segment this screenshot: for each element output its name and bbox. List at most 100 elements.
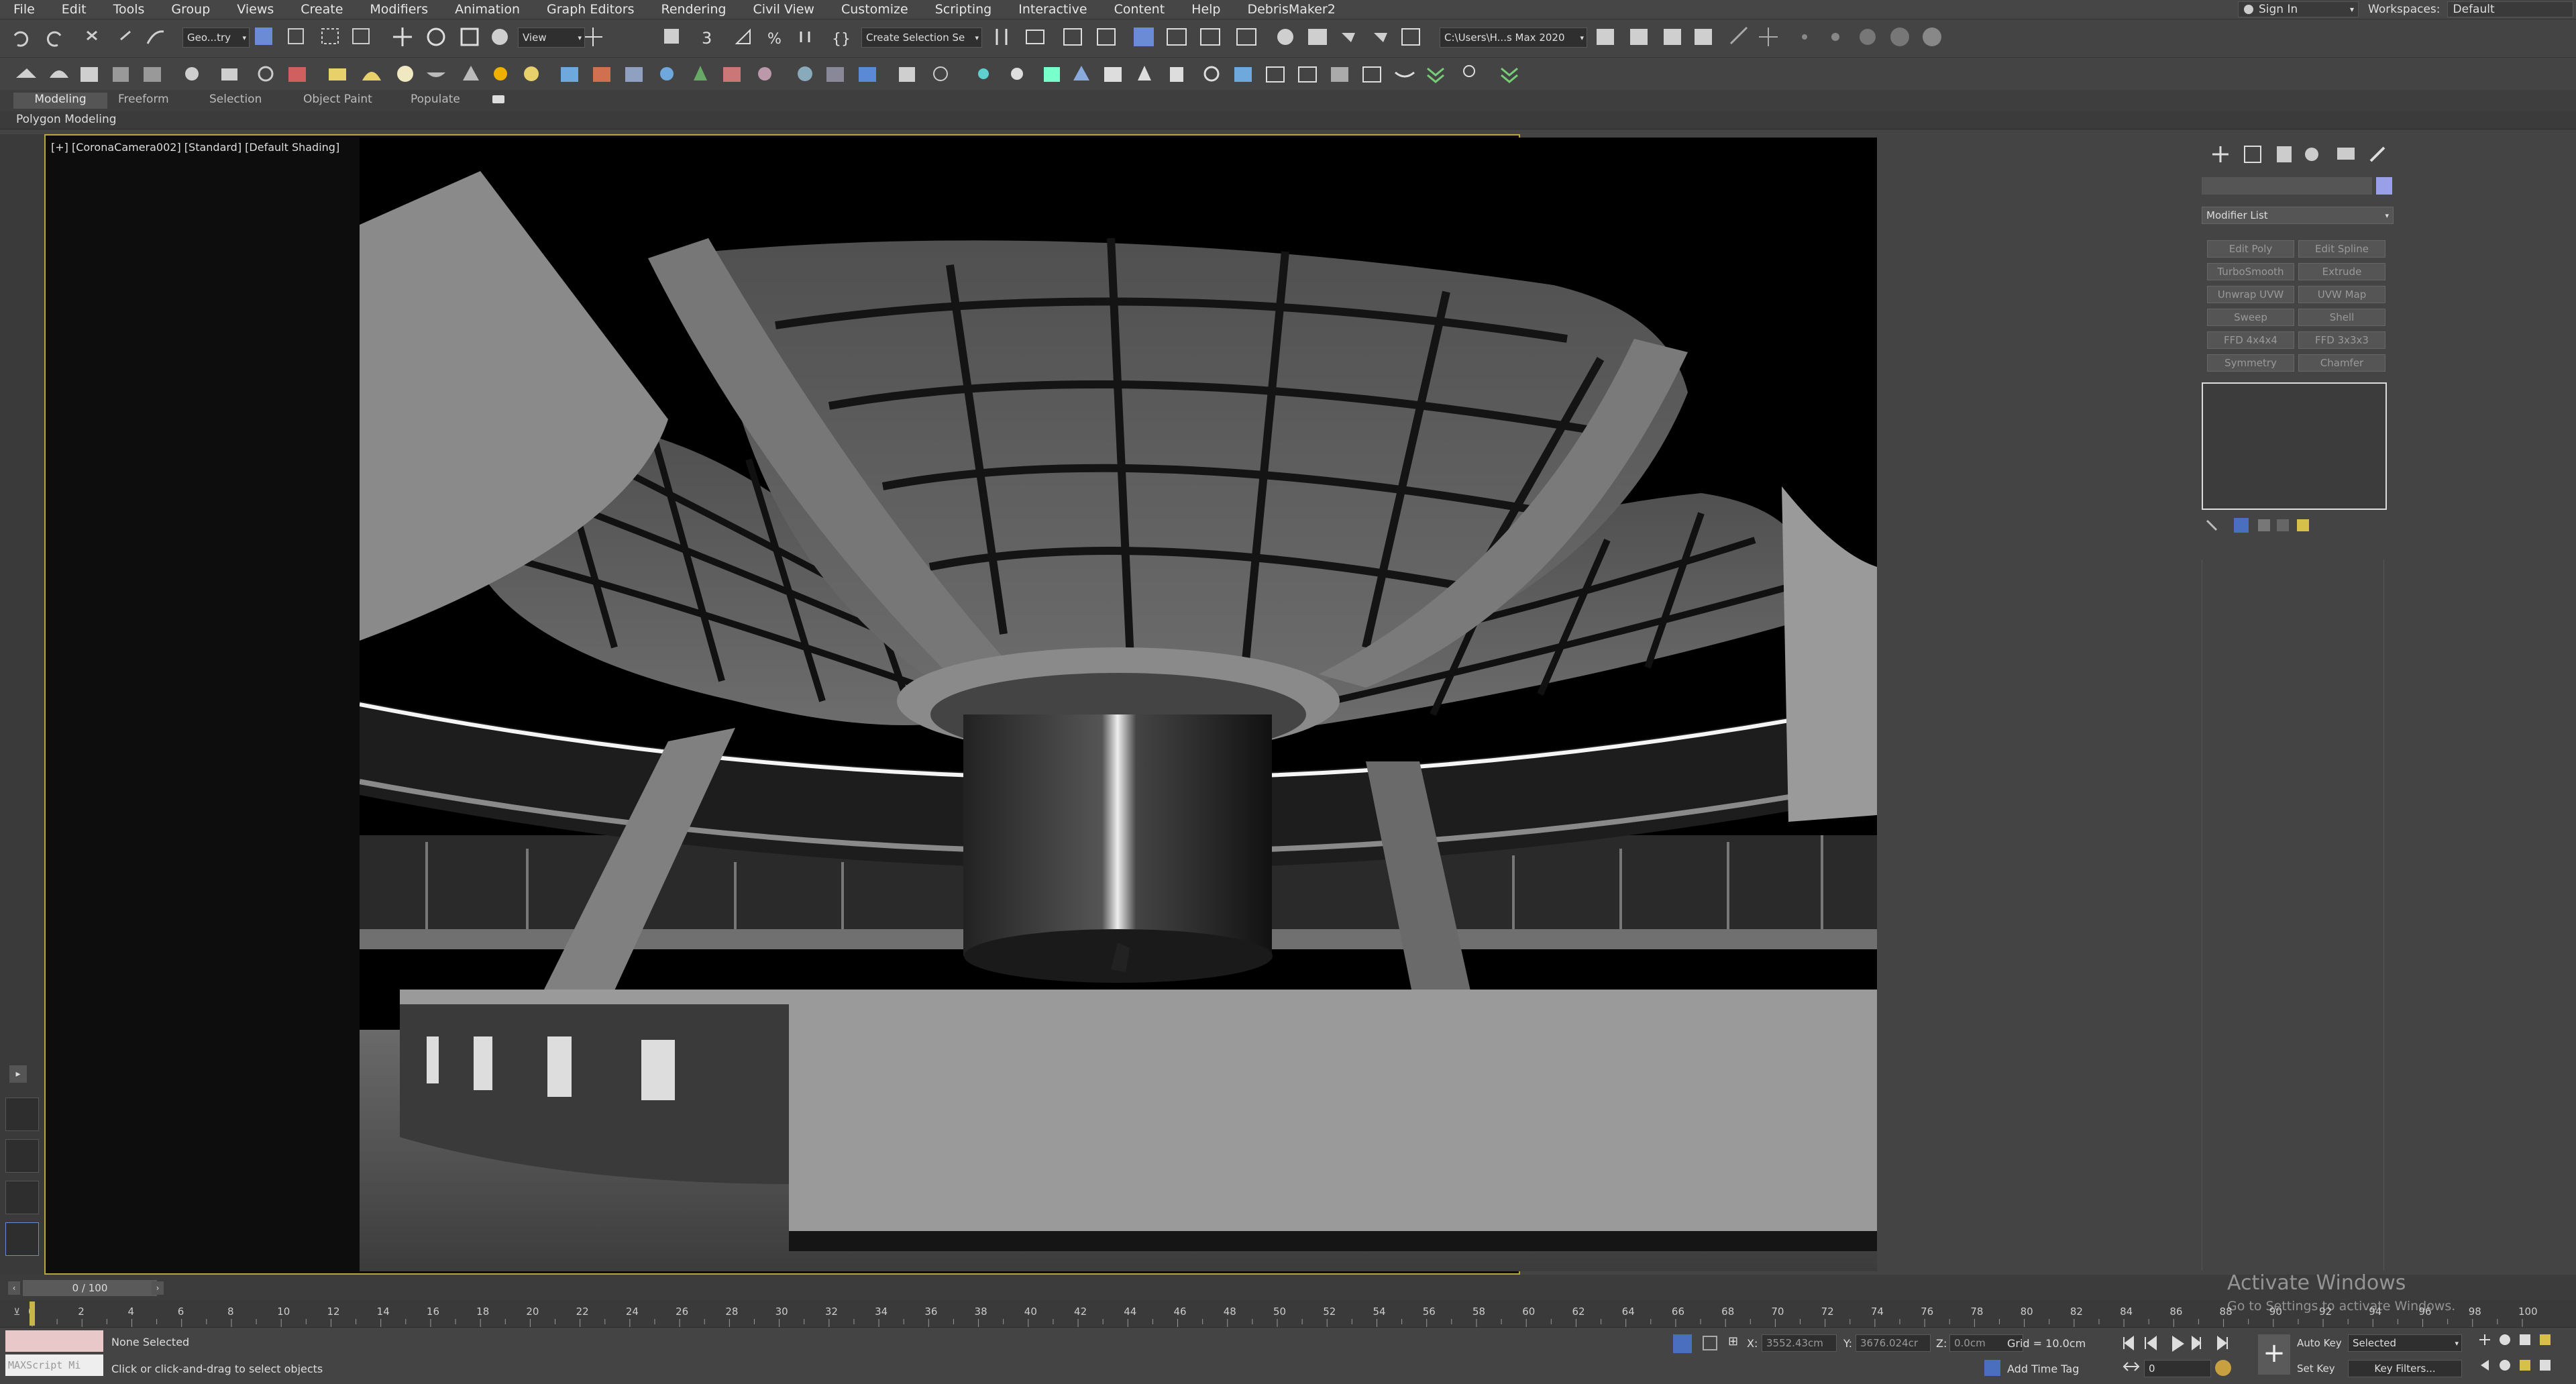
image-fx-icon[interactable] <box>1234 67 1252 82</box>
current-frame-marker[interactable] <box>30 1301 35 1326</box>
current-frame-field[interactable]: 0 <box>2144 1360 2211 1377</box>
chevron-left-icon[interactable]: ‹ <box>8 1281 20 1295</box>
ribbon-tab-selection[interactable]: Selection <box>209 93 262 106</box>
menu-item-animation[interactable]: Animation <box>441 2 533 17</box>
menu-item-group[interactable]: Group <box>158 2 223 17</box>
show-end-result-icon[interactable] <box>2234 518 2249 533</box>
box-icon[interactable] <box>329 68 346 81</box>
key-mode-dropdown[interactable]: Selected ▾ <box>2348 1334 2462 1352</box>
modifier-chamfer-button[interactable]: Chamfer <box>2298 354 2385 372</box>
region-icon[interactable] <box>1298 66 1317 83</box>
modifier-shell-button[interactable]: Shell <box>2298 309 2385 326</box>
set-project-icon[interactable] <box>1630 29 1648 45</box>
menu-item-customize[interactable]: Customize <box>828 2 922 17</box>
display-tab-icon[interactable] <box>2337 148 2355 160</box>
modifier-edit-spline-button[interactable]: Edit Spline <box>2298 240 2385 258</box>
ribbon-tab-modeling[interactable]: Modeling <box>13 93 107 109</box>
add-time-tag-button[interactable]: Add Time Tag <box>2007 1363 2079 1375</box>
reference-coord-dropdown[interactable]: View ▾ <box>518 28 585 48</box>
layout-tab-1[interactable] <box>5 1098 39 1131</box>
menu-item-file[interactable]: File <box>0 2 48 17</box>
modifier-uvw-map-button[interactable]: UVW Map <box>2298 286 2385 303</box>
maxscript-listener-pink[interactable] <box>5 1330 103 1352</box>
modifier-extrude-button[interactable]: Extrude <box>2298 263 2385 280</box>
bowl-icon[interactable] <box>427 72 445 77</box>
a360-gallery-icon[interactable] <box>1401 28 1420 46</box>
layout-tab-3[interactable] <box>5 1181 39 1214</box>
rotate-light-icon[interactable] <box>1203 66 1220 82</box>
select-object-icon[interactable] <box>255 28 272 45</box>
help-icon[interactable] <box>933 66 948 81</box>
image-icon[interactable] <box>80 67 98 82</box>
make-unique-icon[interactable] <box>2258 519 2270 531</box>
ies-icon[interactable] <box>1170 67 1183 82</box>
sky-icon[interactable] <box>524 66 539 81</box>
x-coord-field[interactable]: 3552.43cm <box>1762 1334 1837 1352</box>
curve-editor-icon[interactable] <box>1167 28 1187 46</box>
object-name-field[interactable] <box>2202 177 2372 195</box>
eye-icon[interactable] <box>1395 71 1415 78</box>
hierarchy-tab-icon[interactable] <box>2277 146 2292 162</box>
mountain-icon[interactable] <box>1073 66 1089 81</box>
menu-item-help[interactable]: Help <box>1178 2 1234 17</box>
vfb-icon[interactable] <box>859 67 876 82</box>
y-coord-field[interactable]: 3676.024cr <box>1856 1334 1931 1352</box>
modifier-edit-poly-button[interactable]: Edit Poly <box>2207 240 2294 258</box>
scene-explorer-icon[interactable] <box>1063 28 1082 46</box>
menu-item-create[interactable]: Create <box>287 2 356 17</box>
project-path-dropdown[interactable]: C:\Users\H...s Max 2020 ▾ <box>1440 28 1587 48</box>
utilities-tab-icon[interactable] <box>2369 146 2385 162</box>
proxy-icon[interactable] <box>625 67 643 82</box>
toggle-ribbon-icon[interactable] <box>1134 28 1154 46</box>
sun-light-icon[interactable] <box>1011 68 1023 80</box>
expand-all-icon[interactable] <box>1501 67 1518 83</box>
chevron-right-icon[interactable]: › <box>152 1281 164 1295</box>
move-icon[interactable] <box>393 28 412 46</box>
previous-frame-icon[interactable] <box>2145 1336 2157 1350</box>
modifier-ffd-3x3x3-button[interactable]: FFD 3x3x3 <box>2298 331 2385 349</box>
vray-ball-icon[interactable] <box>798 66 812 81</box>
menu-item-debrismaker2[interactable]: DebrisMaker2 <box>1234 2 1348 17</box>
unlink-icon[interactable] <box>120 30 131 41</box>
render-in-cloud-icon[interactable] <box>1374 33 1387 42</box>
pin-icon[interactable] <box>1138 66 1151 81</box>
sign-in-button[interactable]: Sign In ▾ <box>2238 1 2359 17</box>
book-icon[interactable] <box>1104 67 1122 82</box>
snap-3d-icon[interactable]: 3 <box>702 29 712 48</box>
ribbon-tab-populate[interactable]: Populate <box>411 93 460 106</box>
time-tag-icon[interactable] <box>1984 1360 2000 1376</box>
key-mode-icon[interactable] <box>2123 1362 2140 1371</box>
dome-light-icon[interactable] <box>1044 67 1060 82</box>
workspaces-dropdown[interactable]: Default <box>2447 1 2573 17</box>
workspaces-selector[interactable]: Workspaces: Default <box>2368 1 2573 17</box>
keyboard-shortcut-icon[interactable] <box>664 29 679 44</box>
globe-icon[interactable] <box>660 67 674 81</box>
bind-spacewarp-icon[interactable] <box>146 30 164 44</box>
zoom-extents-all-icon[interactable] <box>2540 1334 2551 1345</box>
menu-item-civil-view[interactable]: Civil View <box>740 2 828 17</box>
scale-icon[interactable] <box>460 28 479 46</box>
object-color-swatch[interactable] <box>2376 177 2392 195</box>
expand-icon[interactable] <box>1427 67 1444 83</box>
sphere-light-icon[interactable] <box>397 66 413 82</box>
modifier-sweep-button[interactable]: Sweep <box>2207 309 2294 326</box>
maxscript-mini-listener[interactable]: MAXScript Mi <box>5 1354 103 1376</box>
modifier-turbosmooth-button[interactable]: TurboSmooth <box>2207 263 2294 280</box>
polygon-modeling-label[interactable]: Polygon Modeling <box>16 113 117 126</box>
track-bar[interactable]: ⊻ 02468101214161820222426283032343638404… <box>0 1300 2576 1327</box>
maximize-viewport-icon[interactable] <box>2540 1360 2551 1371</box>
sphere-2-icon[interactable] <box>1890 28 1909 46</box>
sun-icon[interactable] <box>494 67 507 81</box>
light-bulb-icon[interactable] <box>185 67 199 81</box>
ribbon-tab-object-paint[interactable]: Object Paint <box>303 93 372 106</box>
dot-small-icon[interactable] <box>1802 34 1807 40</box>
modify-tab-icon[interactable] <box>2244 146 2261 163</box>
sphere-3-icon[interactable] <box>1923 28 1941 46</box>
bulb-outline-icon[interactable] <box>1463 65 1475 77</box>
modifier-stack[interactable] <box>2202 382 2387 510</box>
camera-icon[interactable] <box>221 68 237 81</box>
menu-item-views[interactable]: Views <box>223 2 287 17</box>
scatter-icon[interactable] <box>561 67 578 82</box>
create-project-icon[interactable] <box>1664 29 1681 45</box>
menu-item-edit[interactable]: Edit <box>48 2 100 17</box>
